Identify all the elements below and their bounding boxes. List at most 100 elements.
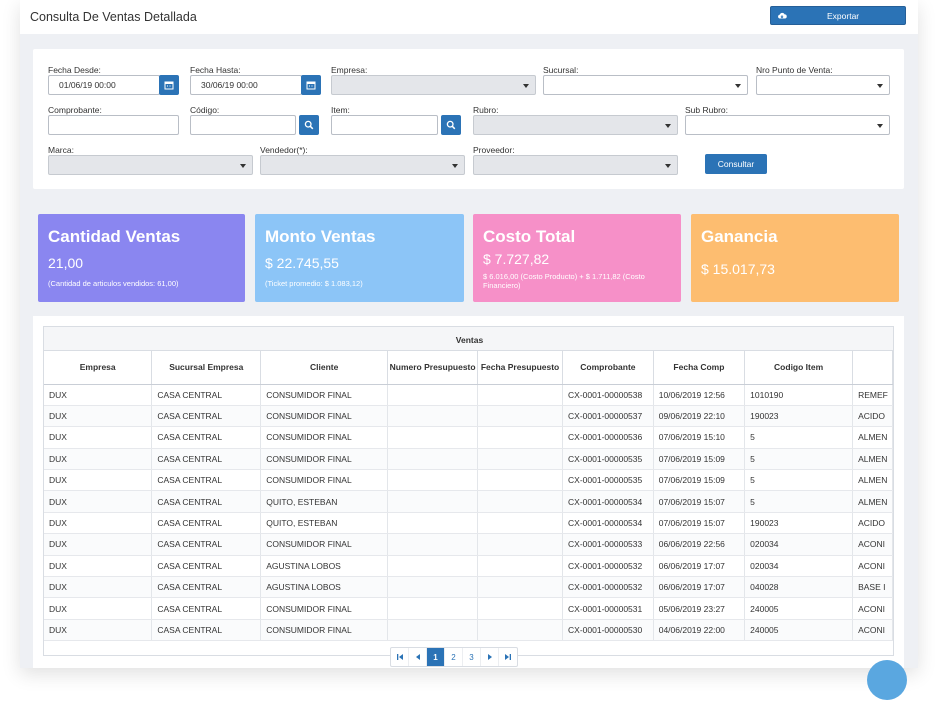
fecha-desde-calendar-button[interactable] [159, 75, 179, 95]
table-row[interactable]: DUX CASA CENTRAL CONSUMIDOR FINAL CX-0001-0… [44, 469, 893, 492]
pagination: 1 2 3 [390, 647, 518, 667]
table-cell [387, 469, 479, 492]
table-cell [387, 405, 479, 428]
app-window: Consulta De Ventas Detallada Exportar Fe… [20, 0, 918, 668]
column-header[interactable]: Fecha Presupuesto [477, 351, 564, 385]
table-row[interactable]: DUX CASA CENTRAL QUITO, ESTEBAN CX-0001-000… [44, 490, 893, 513]
fecha-hasta-calendar-button[interactable] [301, 75, 321, 95]
codigo-label: Código: [190, 105, 220, 115]
table-cell: CONSUMIDOR FINAL [260, 597, 389, 620]
table-row[interactable]: DUX CASA CENTRAL AGUSTINA LOBOS CX-0001-000… [44, 555, 893, 578]
sub-rubro-select[interactable] [685, 115, 890, 135]
table-cell: 05/06/2019 23:27 [653, 597, 746, 620]
table-cell: CASA CENTRAL [151, 490, 262, 513]
table-row[interactable]: DUX CASA CENTRAL CONSUMIDOR FINAL CX-0001-0… [44, 619, 893, 642]
table-cell [477, 533, 564, 556]
table-cell: 06/06/2019 17:07 [653, 576, 746, 599]
table-cell: CONSUMIDOR FINAL [260, 405, 389, 428]
column-header[interactable]: Sucursal Empresa [151, 351, 262, 385]
last-page-icon[interactable] [499, 648, 517, 666]
table-header-row: Empresa Sucursal Empresa Cliente Numero Pre… [44, 351, 893, 385]
page-1[interactable]: 1 [427, 648, 445, 666]
card-value: 21,00 [48, 255, 84, 271]
chat-fab-button[interactable] [867, 660, 907, 700]
table-cell: 5 [744, 490, 854, 513]
table-cell: REMEF [852, 384, 893, 406]
codigo-input[interactable] [190, 115, 296, 135]
nro-punto-venta-label: Nro Punto de Venta: [756, 65, 833, 75]
table-cell: 07/06/2019 15:10 [653, 426, 746, 449]
card-title: Costo Total [483, 227, 576, 246]
item-search-button[interactable] [441, 115, 461, 135]
table-cell: CASA CENTRAL [151, 384, 262, 406]
table-cell: CX-0001-00000537 [562, 405, 654, 428]
table-cell: CASA CENTRAL [151, 512, 262, 535]
table-row[interactable]: DUX CASA CENTRAL CONSUMIDOR FINAL CX-0001-0… [44, 384, 893, 406]
table-row[interactable]: DUX CASA CENTRAL CONSUMIDOR FINAL CX-0001-0… [44, 426, 893, 449]
table-cell: DUX [44, 405, 153, 428]
column-header[interactable]: Empresa [44, 351, 153, 385]
comprobante-input[interactable] [48, 115, 179, 135]
fecha-hasta-input[interactable]: 30/06/19 00:00 [190, 75, 302, 95]
column-header[interactable] [852, 351, 893, 385]
first-page-glyph [396, 654, 403, 660]
table-cell [477, 448, 564, 471]
nro-punto-venta-select[interactable] [756, 75, 890, 95]
vendedor-select[interactable] [260, 155, 465, 175]
first-page-icon[interactable] [391, 648, 409, 666]
chevron-down-icon [877, 124, 883, 128]
proveedor-label: Proveedor: [473, 145, 515, 155]
calendar-icon [306, 81, 316, 90]
chevron-down-icon [665, 124, 671, 128]
sucursal-select[interactable] [543, 75, 748, 95]
card-title: Ganancia [701, 227, 778, 246]
empresa-select[interactable] [331, 75, 536, 95]
table-row[interactable]: DUX CASA CENTRAL CONSUMIDOR FINAL CX-0001-0… [44, 597, 893, 620]
rubro-select[interactable] [473, 115, 678, 135]
proveedor-select[interactable] [473, 155, 678, 175]
sub-rubro-label: Sub Rubro: [685, 105, 728, 115]
column-header[interactable]: Cliente [260, 351, 389, 385]
table-cell: 07/06/2019 15:07 [653, 512, 746, 535]
next-page-icon[interactable] [481, 648, 499, 666]
column-header[interactable]: Numero Presupuesto [387, 351, 479, 385]
marca-select[interactable] [48, 155, 253, 175]
table-cell [477, 405, 564, 428]
page-2[interactable]: 2 [445, 648, 463, 666]
table-cell: 06/06/2019 17:07 [653, 555, 746, 578]
consultar-button[interactable]: Consultar [705, 154, 767, 174]
table-cell: ALMEN [852, 469, 893, 492]
table-row[interactable]: DUX CASA CENTRAL CONSUMIDOR FINAL CX-0001-0… [44, 405, 893, 428]
table-cell: ALMEN [852, 426, 893, 449]
column-header[interactable]: Fecha Comp [653, 351, 746, 385]
table-cell: CX-0001-00000533 [562, 533, 654, 556]
table-row[interactable]: DUX CASA CENTRAL AGUSTINA LOBOS CX-0001-000… [44, 576, 893, 599]
chevron-down-icon [523, 84, 529, 88]
table-cell: CASA CENTRAL [151, 426, 262, 449]
table-cell [477, 384, 564, 406]
column-header[interactable]: Codigo Item [744, 351, 854, 385]
table-row[interactable]: DUX CASA CENTRAL QUITO, ESTEBAN CX-0001-000… [44, 512, 893, 535]
table-cell: 07/06/2019 15:07 [653, 490, 746, 513]
table-cell: 240005 [744, 597, 854, 620]
export-button[interactable]: Exportar [770, 6, 906, 25]
prev-page-icon[interactable] [409, 648, 427, 666]
column-header[interactable]: Comprobante [562, 351, 654, 385]
table-cell: 07/06/2019 15:09 [653, 448, 746, 471]
page-3[interactable]: 3 [463, 648, 481, 666]
fecha-desde-input[interactable]: 01/06/19 00:00 [48, 75, 160, 95]
table-cell: CASA CENTRAL [151, 619, 262, 642]
table-row[interactable]: DUX CASA CENTRAL CONSUMIDOR FINAL CX-0001-0… [44, 448, 893, 471]
table-cell: CX-0001-00000531 [562, 597, 654, 620]
table-row[interactable]: DUX CASA CENTRAL CONSUMIDOR FINAL CX-0001-0… [44, 533, 893, 556]
cloud-download-icon [778, 12, 787, 19]
title-bar: Consulta De Ventas Detallada Exportar [20, 0, 918, 34]
table-cell: DUX [44, 555, 153, 578]
table-cell: 04/06/2019 22:00 [653, 619, 746, 642]
filter-panel: Fecha Desde: 01/06/19 00:00 Fecha Hasta:… [33, 49, 904, 189]
table-cell: BASE I [852, 576, 893, 599]
item-input[interactable] [331, 115, 438, 135]
card-value: $ 22.745,55 [265, 255, 339, 271]
codigo-search-button[interactable] [299, 115, 319, 135]
table-cell: DUX [44, 448, 153, 471]
